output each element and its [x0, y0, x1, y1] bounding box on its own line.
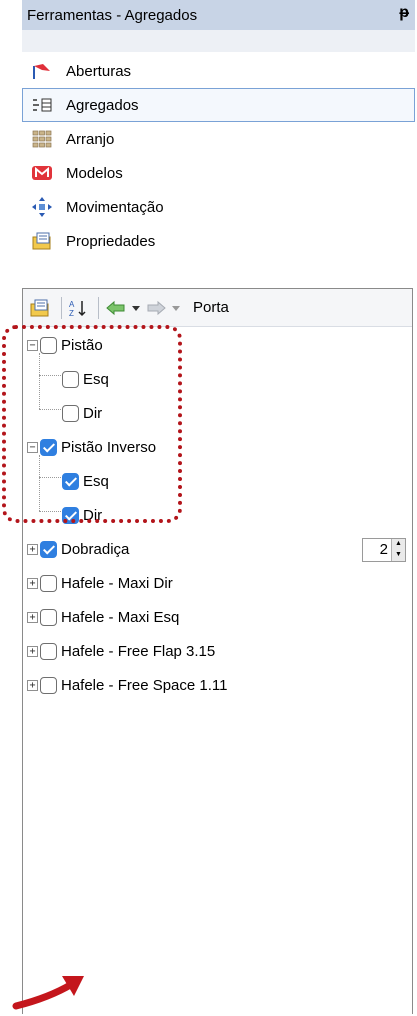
checkbox[interactable]	[40, 575, 57, 592]
tree-item-label: Dir	[83, 507, 103, 524]
grid-icon	[31, 128, 53, 150]
dropdown-icon[interactable]	[171, 295, 181, 321]
tree-item-label: Esq	[83, 473, 109, 490]
tree-item-label: Hafele - Free Space 1.11	[61, 677, 228, 694]
tree-item-dobradica[interactable]: + Dobradiça 2 ▲ ▼	[23, 533, 412, 567]
tree-item-hafele-free-flap[interactable]: + Hafele - Free Flap 3.15	[23, 635, 412, 669]
nav-item-agregados[interactable]: Agregados	[22, 88, 415, 122]
tree-item-label: Hafele - Maxi Esq	[61, 609, 180, 626]
property-grid: AZ Porta − Pistão Esq Dir − Pistão Inver…	[22, 288, 413, 1014]
stepper-down-icon[interactable]: ▼	[392, 550, 405, 561]
toolbar-label: Porta	[193, 299, 229, 316]
tree-item-pistao[interactable]: − Pistão	[23, 329, 412, 363]
nav-item-label: Movimentação	[66, 198, 164, 216]
stepper-up-icon[interactable]: ▲	[392, 539, 405, 550]
tree-item-label: Hafele - Free Flap 3.15	[61, 643, 216, 660]
expand-icon[interactable]: +	[27, 612, 38, 623]
nav-item-label: Propriedades	[66, 232, 156, 250]
tree-item-pistao-esq[interactable]: Esq	[23, 363, 412, 397]
tree-item-inverso-dir[interactable]: Dir	[23, 499, 412, 533]
tree-item-label: Dir	[83, 405, 103, 422]
expand-icon[interactable]: +	[27, 578, 38, 589]
tree-item-pistao-inverso[interactable]: − Pistão Inverso	[23, 431, 412, 465]
properties-icon[interactable]	[29, 295, 51, 321]
checkbox[interactable]	[40, 337, 57, 354]
checkbox[interactable]	[40, 541, 57, 558]
nav-item-arranjo[interactable]: Arranjo	[22, 122, 415, 156]
property-toolbar: AZ Porta	[23, 289, 412, 327]
tree-item-hafele-maxi-dir[interactable]: + Hafele - Maxi Dir	[23, 567, 412, 601]
expand-icon[interactable]: +	[27, 544, 38, 555]
flag-icon	[31, 60, 53, 82]
dropdown-icon[interactable]	[131, 295, 141, 321]
tree-item-label: Pistão Inverso	[61, 439, 157, 456]
checkbox[interactable]	[40, 609, 57, 626]
nav-list: Aberturas Agregados Arranjo Modelos Movi…	[22, 54, 415, 258]
tool-panel: Ferramentas - Agregados ᵽ Aberturas Agre…	[22, 0, 415, 1014]
checkbox[interactable]	[62, 405, 79, 422]
nav-item-aberturas[interactable]: Aberturas	[22, 54, 415, 88]
checkbox[interactable]	[40, 439, 57, 456]
nav-item-movimentacao[interactable]: Movimentação	[22, 190, 415, 224]
checkbox[interactable]	[62, 371, 79, 388]
stepper-buttons: ▲ ▼	[391, 539, 405, 561]
forward-icon[interactable]	[145, 295, 167, 321]
checkbox[interactable]	[62, 507, 79, 524]
tree-item-hafele-free-space[interactable]: + Hafele - Free Space 1.11	[23, 669, 412, 703]
aggregate-tree: − Pistão Esq Dir − Pistão Inverso Esq Di…	[23, 329, 412, 703]
pin-icon[interactable]: ᵽ	[399, 4, 409, 22]
nav-item-propriedades[interactable]: Propriedades	[22, 224, 415, 258]
nav-item-label: Aberturas	[66, 62, 132, 80]
aggregates-icon	[31, 94, 53, 116]
checkbox[interactable]	[62, 473, 79, 490]
toolbar-separator	[61, 296, 62, 319]
panel-titlebar: Ferramentas - Agregados ᵽ	[22, 0, 415, 30]
tree-item-label: Esq	[83, 371, 109, 388]
checkbox[interactable]	[40, 677, 57, 694]
back-icon[interactable]	[105, 295, 127, 321]
nav-item-label: Arranjo	[66, 130, 115, 148]
nav-item-modelos[interactable]: Modelos	[22, 156, 415, 190]
collapse-icon[interactable]: −	[27, 442, 38, 453]
annotation-arrow-icon	[12, 968, 92, 1016]
properties-icon	[31, 230, 53, 252]
nav-item-label: Agregados	[66, 96, 139, 114]
tree-item-label: Dobradiça	[61, 541, 130, 558]
svg-text:Z: Z	[69, 309, 74, 318]
panel-title: Ferramentas - Agregados	[27, 6, 198, 24]
expand-icon[interactable]: +	[27, 646, 38, 657]
tree-item-hafele-maxi-esq[interactable]: + Hafele - Maxi Esq	[23, 601, 412, 635]
toolbar-separator	[98, 296, 99, 319]
tree-item-inverso-esq[interactable]: Esq	[23, 465, 412, 499]
tree-item-label: Pistão	[61, 337, 103, 354]
quantity-stepper[interactable]: 2 ▲ ▼	[362, 538, 406, 562]
tree-item-pistao-dir[interactable]: Dir	[23, 397, 412, 431]
sort-az-icon[interactable]: AZ	[68, 295, 88, 321]
panel-subbar	[22, 30, 415, 52]
expand-icon[interactable]: +	[27, 680, 38, 691]
quantity-value[interactable]: 2	[363, 539, 391, 561]
svg-text:A: A	[69, 300, 75, 309]
nav-item-label: Modelos	[66, 164, 123, 182]
checkbox[interactable]	[40, 643, 57, 660]
move-icon	[31, 196, 53, 218]
collapse-icon[interactable]: −	[27, 340, 38, 351]
models-icon	[31, 162, 53, 184]
tree-item-label: Hafele - Maxi Dir	[61, 575, 173, 592]
